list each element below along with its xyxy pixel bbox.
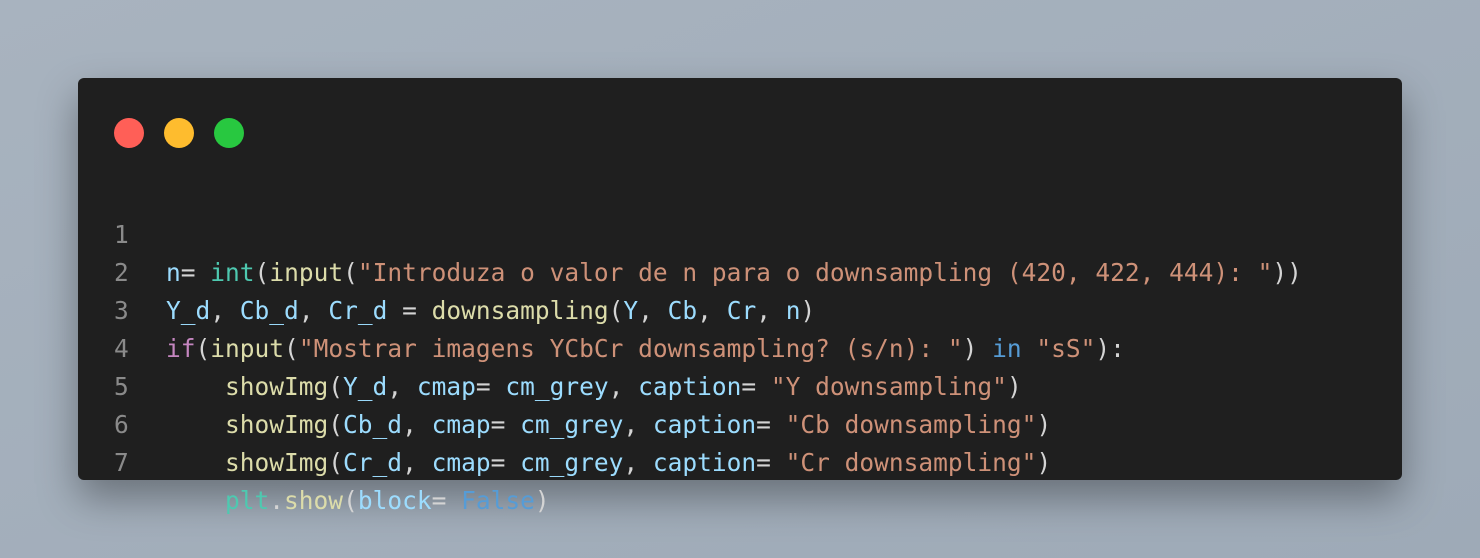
code-token: cm_grey <box>520 448 624 477</box>
code-token: Cr_d <box>343 448 403 477</box>
code-token: "Cr downsampling" <box>785 448 1037 477</box>
code-token: ) <box>534 486 550 515</box>
code-token: ( <box>343 486 358 515</box>
maximize-dot-icon <box>214 118 244 148</box>
window-controls <box>114 118 244 148</box>
code-token: = <box>431 486 462 515</box>
code-line: 2 Y_d, Cb_d, Cr_d = downsampling(Y, Cb, … <box>78 216 1402 325</box>
code-token: block <box>357 486 432 515</box>
minimize-dot-icon <box>164 118 194 148</box>
code-line-content: showImg(Cr_d, cmap= cm_grey, caption= "C… <box>166 444 1051 482</box>
code-token: caption <box>652 448 757 477</box>
code-line: 1 n= int(input("Introduza o valor de n p… <box>78 178 1402 287</box>
code-token: , <box>623 448 653 477</box>
code-line: 7 plt.show(block= False) <box>78 406 1402 515</box>
line-number: 7 <box>114 448 129 477</box>
close-dot-icon <box>114 118 144 148</box>
code-line: 6 showImg(Cr_d, cmap= cm_grey, caption= … <box>78 368 1402 477</box>
code-token: ) <box>1036 448 1052 477</box>
code-token: cmap <box>431 448 491 477</box>
code-window: 1 n= int(input("Introduza o valor de n p… <box>78 78 1402 515</box>
code-line: 3 if(input("Mostrar imagens YCbCr downsa… <box>78 254 1402 363</box>
code-token: showImg <box>225 448 329 477</box>
code-token: = <box>490 448 521 477</box>
code-token: plt <box>225 486 270 515</box>
code-token: False <box>461 486 535 515</box>
code-line: 5 showImg(Cb_d, cmap= cm_grey, caption= … <box>78 330 1402 439</box>
code-token: show <box>284 486 344 515</box>
code-block: 1 n= int(input("Introduza o valor de n p… <box>78 178 1402 515</box>
code-token: , <box>402 448 432 477</box>
code-token: = <box>756 448 786 477</box>
code-token: . <box>269 486 285 515</box>
code-line-content: plt.show(block= False) <box>166 482 550 520</box>
code-line: 4 showImg(Y_d, cmap= cm_grey, caption= "… <box>78 292 1402 401</box>
code-token: ( <box>328 448 344 477</box>
